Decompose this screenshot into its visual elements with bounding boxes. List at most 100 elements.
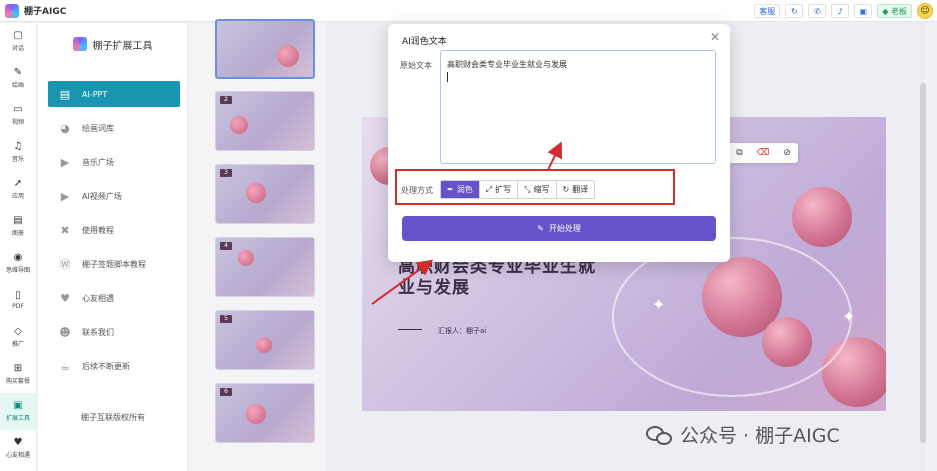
sidebar-item-music-plaza[interactable]: ▶ 音乐广场 xyxy=(48,149,180,175)
decor-orb xyxy=(256,337,272,353)
sidebar-item-contact[interactable]: ☻ 联系我们 xyxy=(48,319,180,345)
refresh-icon[interactable]: ↻ xyxy=(785,4,804,18)
pencil-icon: ✎ xyxy=(537,224,544,233)
rail-label: 视频 xyxy=(11,119,24,126)
sidebar-item-updates[interactable]: ☕ 后续不断更新 xyxy=(48,353,180,379)
rail-item-draw[interactable]: ✎ 绘画 xyxy=(0,60,36,97)
wechat-icon[interactable]: ✆ xyxy=(808,4,827,18)
sidebar-header: 棚子扩展工具 xyxy=(38,23,187,65)
document-icon: ▤ xyxy=(59,87,71,101)
rail-item-promote[interactable]: ◇ 推广 xyxy=(0,319,36,356)
app-title: 棚子AIGC xyxy=(24,7,67,17)
diamond-icon: ◇ xyxy=(14,326,22,337)
slide-thumbnail[interactable]: 5 xyxy=(215,310,315,370)
reddit-icon: ◕ xyxy=(60,121,70,135)
rail-label: 购买套餐 xyxy=(5,378,30,385)
tools-sidebar: 棚子扩展工具 ▤ AI-PPT ◕ 绘画词库 ▶ 音乐广场 ▶ AI视频广场 ✖ 使用教程… xyxy=(38,23,188,471)
cart-icon: ⊞ xyxy=(13,363,23,374)
rail-item-video[interactable]: ▭ 视频 xyxy=(0,97,36,134)
notification-bell-icon[interactable]: ♪ xyxy=(831,4,850,18)
vip-badge-label: 老板 xyxy=(891,6,907,16)
slide-number: 5 xyxy=(220,315,232,323)
rail-item-gallery[interactable]: ▤ 图册 xyxy=(0,208,36,245)
rail-label: 对话 xyxy=(11,45,24,52)
rail-item-pdf[interactable]: ▯ PDF xyxy=(0,282,36,319)
original-text-input[interactable]: 高职财会类专业毕业生就业与发展 xyxy=(440,50,716,164)
wordpress-icon: Ⓦ xyxy=(59,258,71,271)
slide-presenter[interactable]: 汇报人：棚子ai xyxy=(438,326,486,336)
start-processing-button[interactable]: ✎ 开始处理 xyxy=(402,216,716,241)
cup-icon: ☕ xyxy=(60,359,70,373)
pdf-icon: ▯ xyxy=(15,290,21,301)
slide-thumbnail[interactable]: 3 xyxy=(215,164,315,224)
rail-item-tools[interactable]: ▣ 扩展工具 xyxy=(0,393,36,430)
slide-thumbnail[interactable]: 4 xyxy=(215,237,315,297)
video-icon: ▭ xyxy=(13,104,23,115)
sidebar-item-label: 音乐广场 xyxy=(82,157,114,167)
text-caret xyxy=(447,72,448,82)
slide-thumbnail-list: 2 3 4 5 6 xyxy=(189,19,326,471)
vertical-scrollbar[interactable] xyxy=(920,83,926,443)
dialog-title: AI润色文本 xyxy=(402,37,447,47)
sidebar-item-prompt-library[interactable]: ◕ 绘画词库 xyxy=(48,115,180,141)
original-text-value: 高职财会类专业毕业生就业与发展 xyxy=(447,60,567,69)
rail-item-music[interactable]: ♫ 音乐 xyxy=(0,134,36,171)
diamond-icon: ◆ xyxy=(882,6,891,16)
rail-label: 推广 xyxy=(11,341,24,348)
customer-service-button[interactable]: 客服 xyxy=(754,4,781,18)
mindmap-icon: ◉ xyxy=(13,252,23,263)
rail-label: PDF xyxy=(12,303,24,310)
avatar[interactable]: ☺ xyxy=(917,3,933,19)
hide-icon[interactable]: ⊘ xyxy=(783,148,791,158)
sidebar-item-label: AI视频广场 xyxy=(82,191,122,201)
delete-icon[interactable]: ⌫ xyxy=(757,148,770,158)
sidebar-item-tutorial[interactable]: ✖ 使用教程 xyxy=(48,217,180,243)
decor-orb xyxy=(792,187,852,247)
sidebar-logo-icon xyxy=(72,37,87,51)
sidebar-item-label: 使用教程 xyxy=(82,225,114,235)
slide-thumbnail[interactable]: 2 xyxy=(215,91,315,151)
start-processing-label: 开始处理 xyxy=(548,224,581,233)
rail-item-apps[interactable]: ➚ 应用 xyxy=(0,171,36,208)
slide-title[interactable]: 高职财会类专业毕业生就业与发展 xyxy=(398,257,608,299)
close-icon[interactable]: ✕ xyxy=(710,30,720,44)
chat-icon: ▢ xyxy=(13,30,23,41)
slide-number: 3 xyxy=(220,169,232,177)
sidebar-title: 棚子扩展工具 xyxy=(92,40,153,52)
decor-orb xyxy=(246,404,266,424)
gallery-icon: ▤ xyxy=(13,215,23,226)
watermark-text: 公众号 · 棚子AIGC xyxy=(680,425,840,447)
rail-item-friends[interactable]: ♥ 心友相遇 xyxy=(0,430,36,467)
sidebar-item-video-plaza[interactable]: ▶ AI视频广场 xyxy=(48,183,180,209)
decor-orb xyxy=(230,116,248,134)
slide-thumbnail[interactable]: 6 xyxy=(215,383,315,443)
rail-label: 思维导图 xyxy=(5,267,30,274)
slide-thumbnail[interactable] xyxy=(215,19,315,79)
vip-badge-button[interactable]: ◆ 老板 xyxy=(877,4,912,18)
sidebar-item-script-tutorial[interactable]: Ⓦ 棚子签题脚本教程 xyxy=(48,251,180,277)
copy-icon[interactable]: ⧉ xyxy=(736,148,742,158)
rail-label: 扩展工具 xyxy=(5,415,30,422)
top-bar: 棚子AIGC 客服 ↻ ✆ ♪ ▣ ◆ 老板 ☺ xyxy=(0,0,937,22)
app-logo-icon xyxy=(5,3,19,18)
sidebar-item-label: 心友相遇 xyxy=(82,293,114,303)
rail-item-mindmap[interactable]: ◉ 思维导图 xyxy=(0,245,36,282)
rail-item-purchase[interactable]: ⊞ 购买套餐 xyxy=(0,356,36,393)
slide-number: 6 xyxy=(220,388,232,396)
wechat-logo-icon xyxy=(646,424,674,446)
annotation-highlight-box xyxy=(395,169,675,205)
decor-orb xyxy=(246,183,266,203)
topbar-actions: 客服 ↻ ✆ ♪ ▣ ◆ 老板 ☺ xyxy=(754,3,933,19)
sidebar-item-label: 绘画词库 xyxy=(82,123,114,133)
copyright-text: 棚子互联版权所有 xyxy=(81,413,145,422)
gift-icon[interactable]: ▣ xyxy=(854,4,873,18)
sparkle-icon: ✦ xyxy=(842,307,856,326)
sidebar-item-ai-ppt[interactable]: ▤ AI-PPT xyxy=(48,81,180,107)
rail-item-chat[interactable]: ▢ 对话 xyxy=(0,23,36,60)
user-icon: ☻ xyxy=(59,325,71,339)
sidebar-item-friends[interactable]: ♥ 心友相遇 xyxy=(48,285,180,311)
brush-icon: ✎ xyxy=(13,67,23,78)
rail-label: 绘画 xyxy=(11,82,24,89)
heartbeat-icon: ♥ xyxy=(60,291,70,305)
rail-label: 音乐 xyxy=(11,156,24,163)
